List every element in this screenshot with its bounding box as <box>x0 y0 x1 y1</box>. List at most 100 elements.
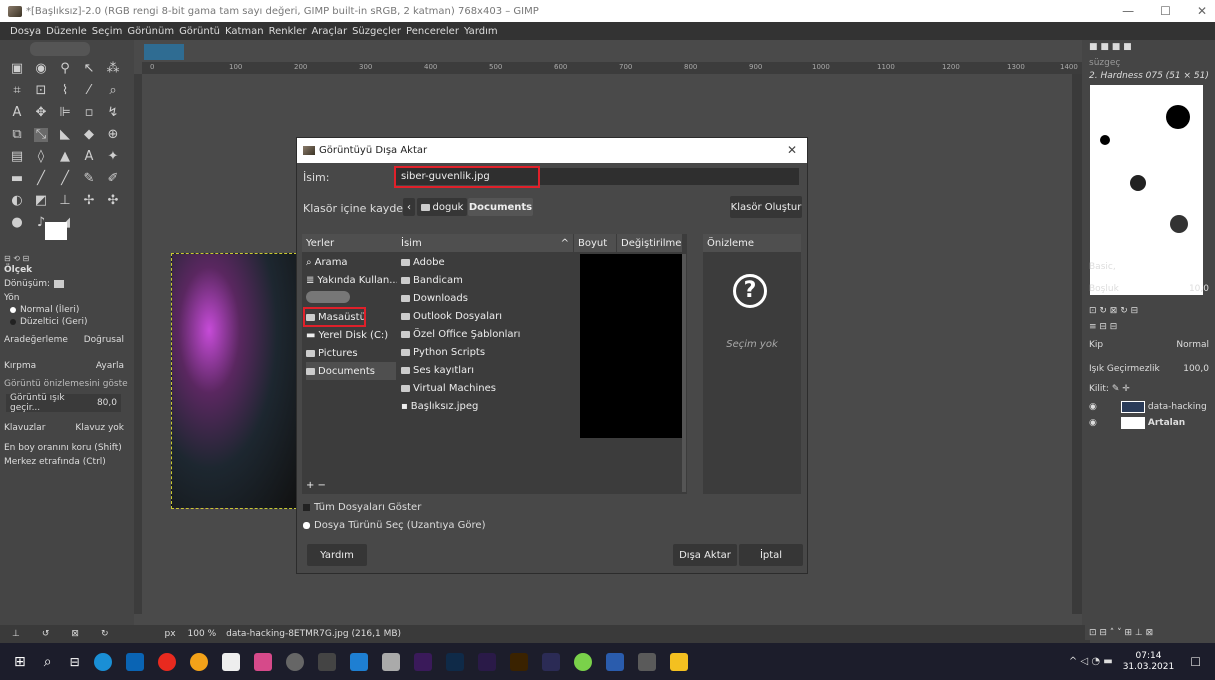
show-preview-checkbox[interactable]: Görüntü önizlemesini göste <box>0 376 128 392</box>
bucket-icon[interactable]: ◊ <box>34 150 48 164</box>
guides-dropdown[interactable]: Klavuzlar Klavuz yok <box>0 420 128 436</box>
text-tool-icon[interactable]: A <box>10 106 24 120</box>
app-icon[interactable] <box>317 652 336 671</box>
tray-icons[interactable]: ^ ◁ ◔ ▬ <box>1069 656 1113 667</box>
perspective-icon[interactable]: ◣ <box>58 128 72 142</box>
vscode-icon[interactable] <box>349 652 368 671</box>
place-item-recent[interactable]: ≣ Yakında Kullan... <box>306 271 399 289</box>
status-delete-icon[interactable]: ⊠ <box>71 629 79 639</box>
eraser-icon[interactable]: ✎ <box>82 172 96 186</box>
free-select-icon[interactable]: ⚲ <box>58 62 72 76</box>
measure-icon[interactable]: ↖ <box>82 62 96 76</box>
paintbrush-icon[interactable]: ╱ <box>34 172 48 186</box>
mypaint-icon[interactable]: ◩ <box>34 194 48 208</box>
zoom-select[interactable]: 100 % <box>188 629 217 639</box>
brush-dot-icon[interactable] <box>1130 175 1146 191</box>
file-row[interactable]: Outlook Dosyaları <box>401 307 502 325</box>
brush-category[interactable]: Basic, <box>1089 262 1116 276</box>
unified-transform-icon[interactable]: ↯ <box>106 106 120 120</box>
file-explorer-icon[interactable] <box>669 652 688 671</box>
warp-icon[interactable]: ⧉ <box>10 128 24 142</box>
create-folder-button[interactable]: Klasör Oluştur <box>730 196 802 218</box>
place-item-local-disk[interactable]: ▬ Yerel Disk (C:) <box>306 326 388 344</box>
menu-item-help[interactable]: Yardım <box>464 26 498 37</box>
eye-icon[interactable]: ◉ <box>1089 418 1097 428</box>
help-button[interactable]: Yardım <box>307 544 367 566</box>
app-icon[interactable] <box>541 652 560 671</box>
foreground-color-swatch[interactable] <box>45 222 67 240</box>
layers-tabs[interactable]: ≡ ⊟ ⊟ <box>1089 322 1117 336</box>
file-row[interactable]: Adobe <box>401 253 445 271</box>
transform-layer-icon[interactable] <box>54 280 65 288</box>
status-tool-icon[interactable]: ⊥ <box>12 629 20 639</box>
lock-pixels-icon[interactable]: ✎ <box>1112 384 1120 394</box>
handle-transform-icon[interactable]: ✢ <box>82 194 96 208</box>
place-item-documents[interactable]: Documents <box>306 362 396 380</box>
around-center-checkbox[interactable]: Merkez etrafında (Ctrl) <box>0 454 128 470</box>
show-all-files-expander[interactable]: Tüm Dosyaları Göster <box>303 502 421 513</box>
unit-select[interactable]: px <box>164 629 175 639</box>
align-icon[interactable]: ⊫ <box>58 106 72 120</box>
brush-spacing-slider[interactable]: Boşluk 10,0 <box>1089 284 1209 298</box>
canvas-image[interactable] <box>171 253 297 509</box>
scale-icon[interactable]: ⤡ <box>34 128 48 142</box>
layer-opacity-slider[interactable]: Işık Geçirmezlik 100,0 <box>1089 364 1209 378</box>
text-icon[interactable]: A <box>82 150 96 164</box>
menu-item-image[interactable]: Görüntü <box>179 26 220 37</box>
after-effects-icon[interactable] <box>477 652 496 671</box>
file-row[interactable]: Ses kayıtları <box>401 361 474 379</box>
app-icon[interactable] <box>573 652 592 671</box>
col-header-name[interactable]: İsim ^ <box>397 234 573 252</box>
interpolation-dropdown[interactable]: Aradeğerleme Doğrusal <box>0 332 128 348</box>
color-picker-icon[interactable]: ⁄ <box>82 84 96 98</box>
file-row[interactable]: ▪ Başlıksız.jpeg <box>401 397 478 415</box>
undo-icon[interactable]: ↺ <box>42 629 50 639</box>
illustrator-icon[interactable] <box>509 652 528 671</box>
menu-item-colors[interactable]: Renkler <box>269 26 307 37</box>
path-button-home[interactable]: doguk <box>417 198 467 216</box>
fg-select-icon[interactable]: ⊡ <box>34 84 48 98</box>
menu-item-view[interactable]: Görünüm <box>127 26 174 37</box>
lock-position-icon[interactable]: ✛ <box>1122 384 1130 394</box>
photoshop-icon[interactable] <box>445 652 464 671</box>
dialog-close-icon[interactable]: ✕ <box>787 143 797 157</box>
brush-dot-icon[interactable] <box>1170 215 1188 233</box>
file-row[interactable]: Özel Office Şablonları <box>401 325 520 343</box>
notepad-icon[interactable] <box>221 652 240 671</box>
zoom-icon[interactable]: ⌕ <box>106 84 120 98</box>
pencil-icon[interactable]: ▬ <box>10 172 24 186</box>
rotate-icon[interactable]: ▫ <box>82 106 96 120</box>
maximize-icon[interactable]: ☐ <box>1160 4 1171 18</box>
gimp-taskbar-icon[interactable] <box>637 652 656 671</box>
outlook-icon[interactable] <box>125 652 144 671</box>
direction-corrective-radio[interactable]: Düzeltici (Geri) <box>0 314 128 330</box>
gradient-icon[interactable]: ▤ <box>10 150 24 164</box>
image-tab[interactable] <box>144 44 184 60</box>
eye-icon[interactable]: ◉ <box>1089 402 1097 412</box>
paths-icon[interactable]: ⌇ <box>58 84 72 98</box>
col-header-modified[interactable]: Değiştirilme <box>617 234 682 252</box>
cage-icon[interactable]: ⊕ <box>106 128 120 142</box>
menu-item-edit[interactable]: Düzenle <box>46 26 87 37</box>
premiere-icon[interactable] <box>413 652 432 671</box>
file-row[interactable]: Python Scripts <box>401 343 485 361</box>
windows-start-icon[interactable]: ⊞ <box>14 654 26 670</box>
status-reset-icon[interactable]: ↻ <box>101 629 109 639</box>
menu-item-filters[interactable]: Süzgeçler <box>352 26 401 37</box>
word-icon[interactable] <box>605 652 624 671</box>
chrome-icon[interactable] <box>189 652 208 671</box>
place-item-pictures[interactable]: Pictures <box>306 344 358 362</box>
ink-icon[interactable]: ╱ <box>58 172 72 186</box>
edge-icon[interactable] <box>93 652 112 671</box>
opera-icon[interactable] <box>157 652 176 671</box>
move-icon[interactable]: ✥ <box>34 106 48 120</box>
blur-icon[interactable]: ✣ <box>106 194 120 208</box>
clone-icon[interactable]: ⊥ <box>58 194 72 208</box>
place-item-blurred[interactable] <box>306 291 350 303</box>
smudge-icon[interactable]: ✐ <box>106 172 120 186</box>
layer-row[interactable]: ◉ data-hacking <box>1089 400 1214 414</box>
brush-dot-icon[interactable] <box>1100 135 1110 145</box>
airbrush-icon[interactable]: ▲ <box>58 150 72 164</box>
layer-row[interactable]: ◉ Artalan <box>1089 416 1214 430</box>
ellipse-select-icon[interactable]: ◉ <box>34 62 48 76</box>
